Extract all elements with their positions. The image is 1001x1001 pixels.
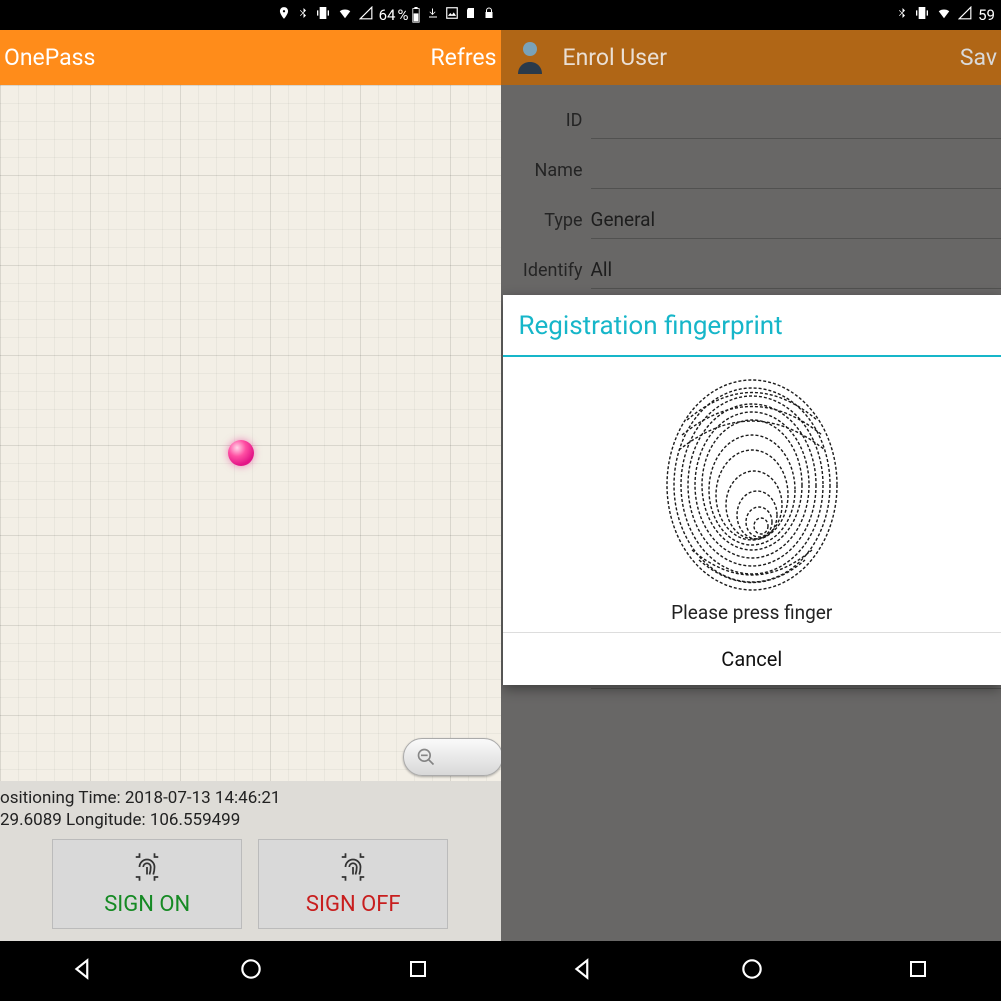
vibrate-icon <box>914 5 930 25</box>
fingerprint-dialog: Registration fingerprint <box>503 295 1001 685</box>
cancel-button[interactable]: Cancel <box>503 633 1001 685</box>
dialog-title: Registration fingerprint <box>503 295 1001 355</box>
lock-icon <box>483 6 495 24</box>
nav-home-button[interactable] <box>739 956 765 986</box>
nav-back-button[interactable] <box>71 956 97 986</box>
status-icons: 59 <box>896 5 995 25</box>
name-label: Name <box>501 160 591 181</box>
refresh-action[interactable]: Refres <box>430 44 496 71</box>
bottom-panel: ositioning Time: 2018-07-13 14:46:21 29.… <box>0 781 501 941</box>
location-icon <box>277 5 291 25</box>
battery-indicator: 64% <box>379 6 421 24</box>
battery-text: 64 <box>379 6 396 24</box>
button-row: SIGN ON SIGN OFF <box>0 839 501 929</box>
row-type: Type General <box>501 195 1001 245</box>
fingerprint-image <box>652 367 852 597</box>
fingerprint-icon <box>336 852 370 888</box>
name-field[interactable] <box>591 151 1001 189</box>
status-bar: 64% <box>0 0 501 30</box>
phone-left: 64% OnePass Refres ositio <box>0 0 501 1001</box>
row-identify: Identify All <box>501 245 1001 295</box>
id-field[interactable] <box>591 101 1001 139</box>
sign-off-label: SIGN OFF <box>306 892 401 917</box>
sign-on-label: SIGN ON <box>104 892 190 917</box>
form-area: ID Name Type General Identify All Fing F… <box>501 85 1001 941</box>
type-label: Type <box>501 210 591 231</box>
battery-text: 59 <box>978 6 995 24</box>
bluetooth-icon <box>896 5 908 25</box>
nav-home-button[interactable] <box>238 956 264 986</box>
avatar-icon <box>509 37 551 79</box>
signal-icon <box>359 6 373 24</box>
app-title: Enrol User <box>559 44 960 71</box>
signal-icon <box>958 6 972 24</box>
bluetooth-icon <box>297 5 309 25</box>
app-title: OnePass <box>0 44 95 71</box>
nav-bar <box>0 941 501 1001</box>
phone-right: 59 Enrol User Sav ID Name Type Gen <box>501 0 1001 1001</box>
nav-recent-button[interactable] <box>906 957 930 985</box>
save-action[interactable]: Sav <box>960 44 997 71</box>
identify-field[interactable]: All <box>591 251 1001 289</box>
battery-indicator: 59 <box>978 6 995 24</box>
app-bar: OnePass Refres <box>0 30 501 85</box>
sign-off-button[interactable]: SIGN OFF <box>258 839 448 929</box>
fingerprint-caption: Please press finger <box>671 601 832 624</box>
status-icons: 64% <box>277 5 495 25</box>
sd-icon <box>465 6 477 24</box>
status-bar: 59 <box>501 0 1001 30</box>
image-icon <box>445 6 459 24</box>
map-area[interactable] <box>0 85 501 781</box>
position-line2: 29.6089 Longitude: 106.559499 <box>0 809 501 831</box>
row-id: ID <box>501 95 1001 145</box>
sign-on-button[interactable]: SIGN ON <box>52 839 242 929</box>
position-line1: ositioning Time: 2018-07-13 14:46:21 <box>0 787 501 809</box>
row-name: Name <box>501 145 1001 195</box>
nav-recent-button[interactable] <box>406 957 430 985</box>
vibrate-icon <box>315 5 331 25</box>
id-label: ID <box>501 110 591 131</box>
identify-label: Identify <box>501 260 591 281</box>
fingerprint-icon <box>130 852 164 888</box>
wifi-icon <box>936 6 952 24</box>
app-bar: Enrol User Sav <box>501 30 1001 85</box>
fingerprint-wrap: Please press finger <box>503 357 1001 632</box>
location-pin <box>228 440 254 466</box>
position-info: ositioning Time: 2018-07-13 14:46:21 29.… <box>0 787 501 839</box>
wifi-icon <box>337 6 353 24</box>
type-field[interactable]: General <box>591 201 1001 239</box>
nav-back-button[interactable] <box>571 956 597 986</box>
zoom-out-button[interactable] <box>403 738 501 776</box>
download-icon <box>427 6 439 24</box>
nav-bar <box>501 941 1001 1001</box>
